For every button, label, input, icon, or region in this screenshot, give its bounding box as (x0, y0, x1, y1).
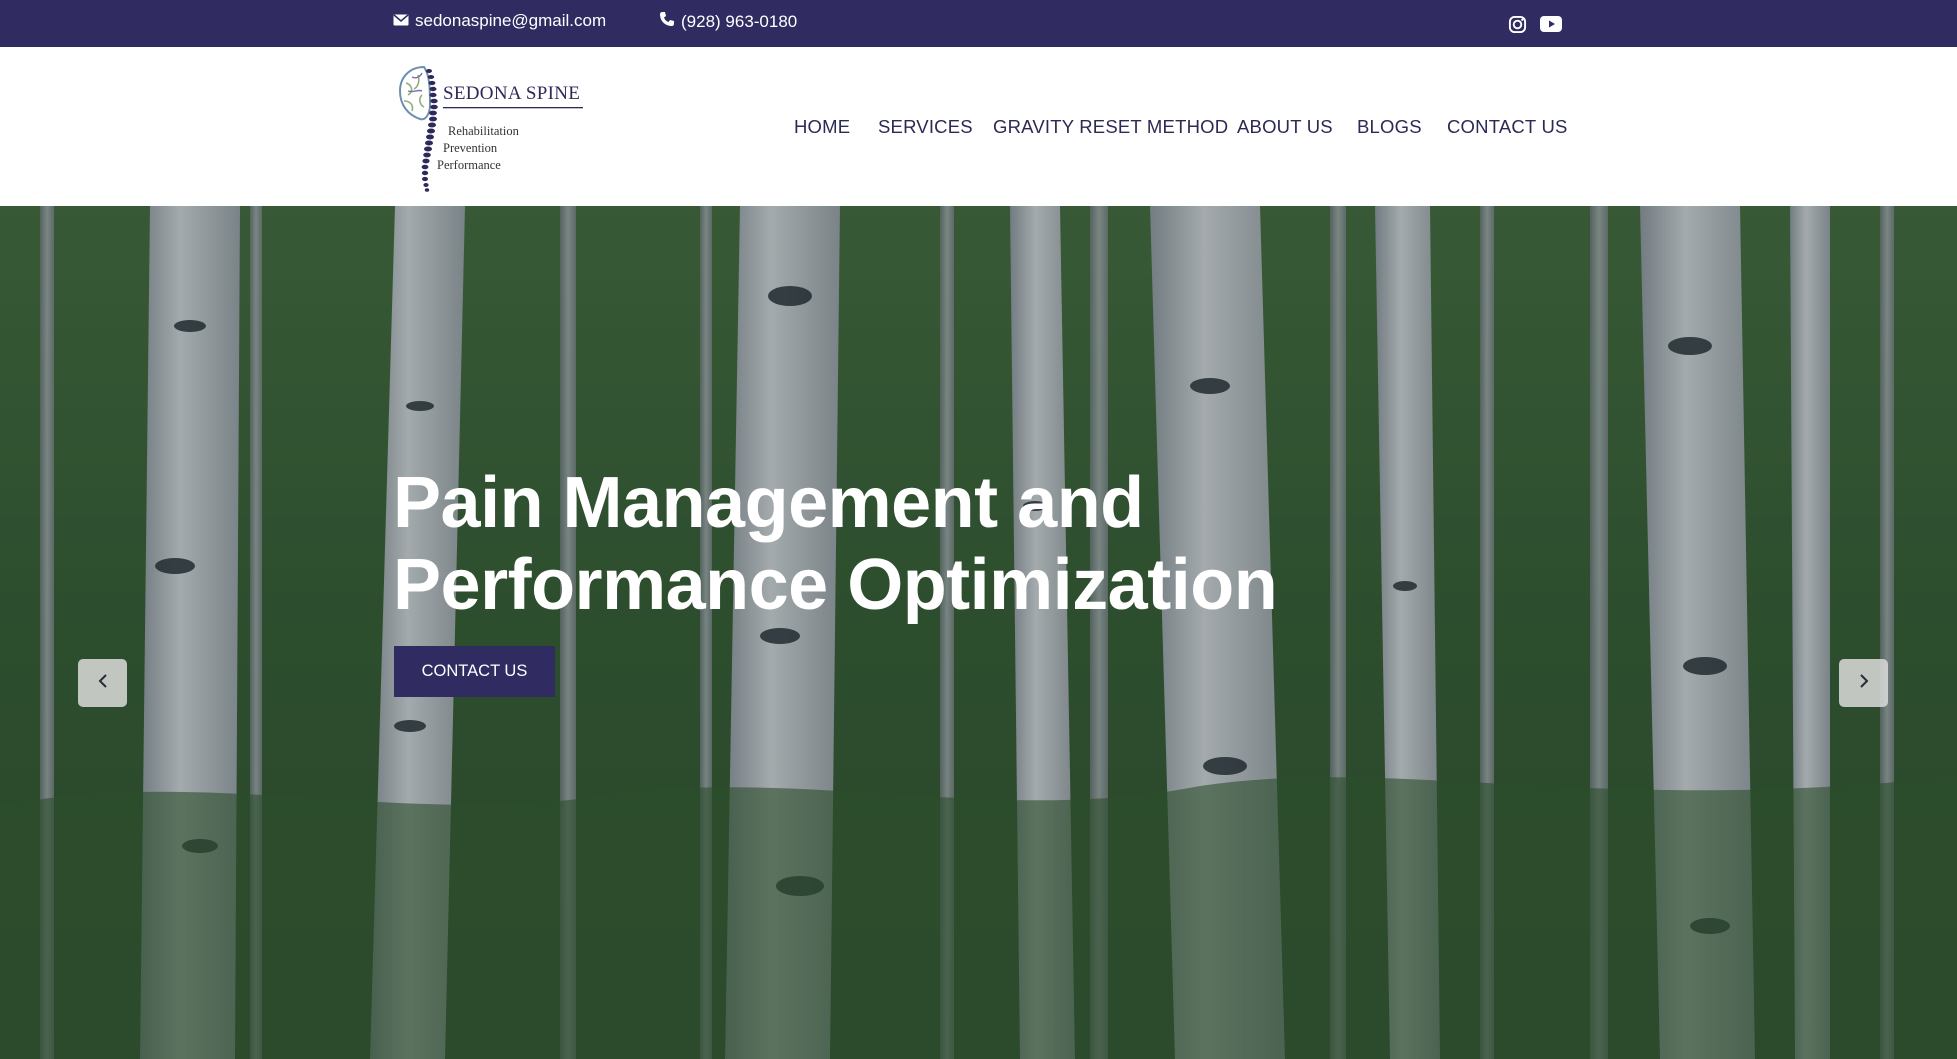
logo-underline (443, 107, 583, 109)
youtube-icon[interactable] (1539, 12, 1563, 36)
hero-heading-line: Pain Management and (393, 463, 1144, 543)
nav-item-about-us[interactable]: ABOUT US (1237, 116, 1333, 138)
logo-tagline: Performance (437, 158, 501, 172)
instagram-icon[interactable] (1505, 12, 1529, 36)
logo-brand-name: SEDONA SPINE (443, 83, 581, 104)
chevron-left-icon (98, 673, 108, 693)
nav-item-gravity-reset-method[interactable]: GRAVITY RESET METHOD (993, 116, 1228, 138)
hero-contact-button[interactable]: CONTACT US (394, 646, 555, 697)
nav-item-home[interactable]: HOME (794, 116, 850, 138)
envelope-icon (393, 11, 409, 31)
email-link[interactable]: sedonaspine@gmail.com (393, 11, 606, 31)
top-bar: sedonaspine@gmail.com (928) 963-0180 (0, 0, 1957, 47)
main-navigation: HOME SERVICES GRAVITY RESET METHOD ABOUT… (0, 116, 1957, 146)
phone-icon (659, 11, 675, 32)
nav-item-contact-us[interactable]: CONTACT US (1447, 116, 1568, 138)
hero-dark-overlay (0, 206, 1957, 1059)
slider-prev-button[interactable] (78, 659, 127, 707)
hero-slider: Pain Management and Performance Optimiza… (0, 206, 1957, 1059)
phone-link[interactable]: (928) 963-0180 (659, 11, 797, 32)
nav-item-services[interactable]: SERVICES (878, 116, 973, 138)
slider-next-button[interactable] (1839, 659, 1888, 707)
hero-heading: Pain Management and Performance Optimiza… (393, 462, 1393, 626)
hero-heading-line: Performance Optimization (393, 545, 1278, 625)
phone-text: (928) 963-0180 (681, 11, 798, 31)
email-text: sedonaspine@gmail.com (415, 11, 607, 30)
nav-item-blogs[interactable]: BLOGS (1357, 116, 1422, 138)
chevron-right-icon (1859, 673, 1869, 693)
site-header: SEDONA SPINE Rehabilitation Prevention P… (0, 47, 1957, 206)
